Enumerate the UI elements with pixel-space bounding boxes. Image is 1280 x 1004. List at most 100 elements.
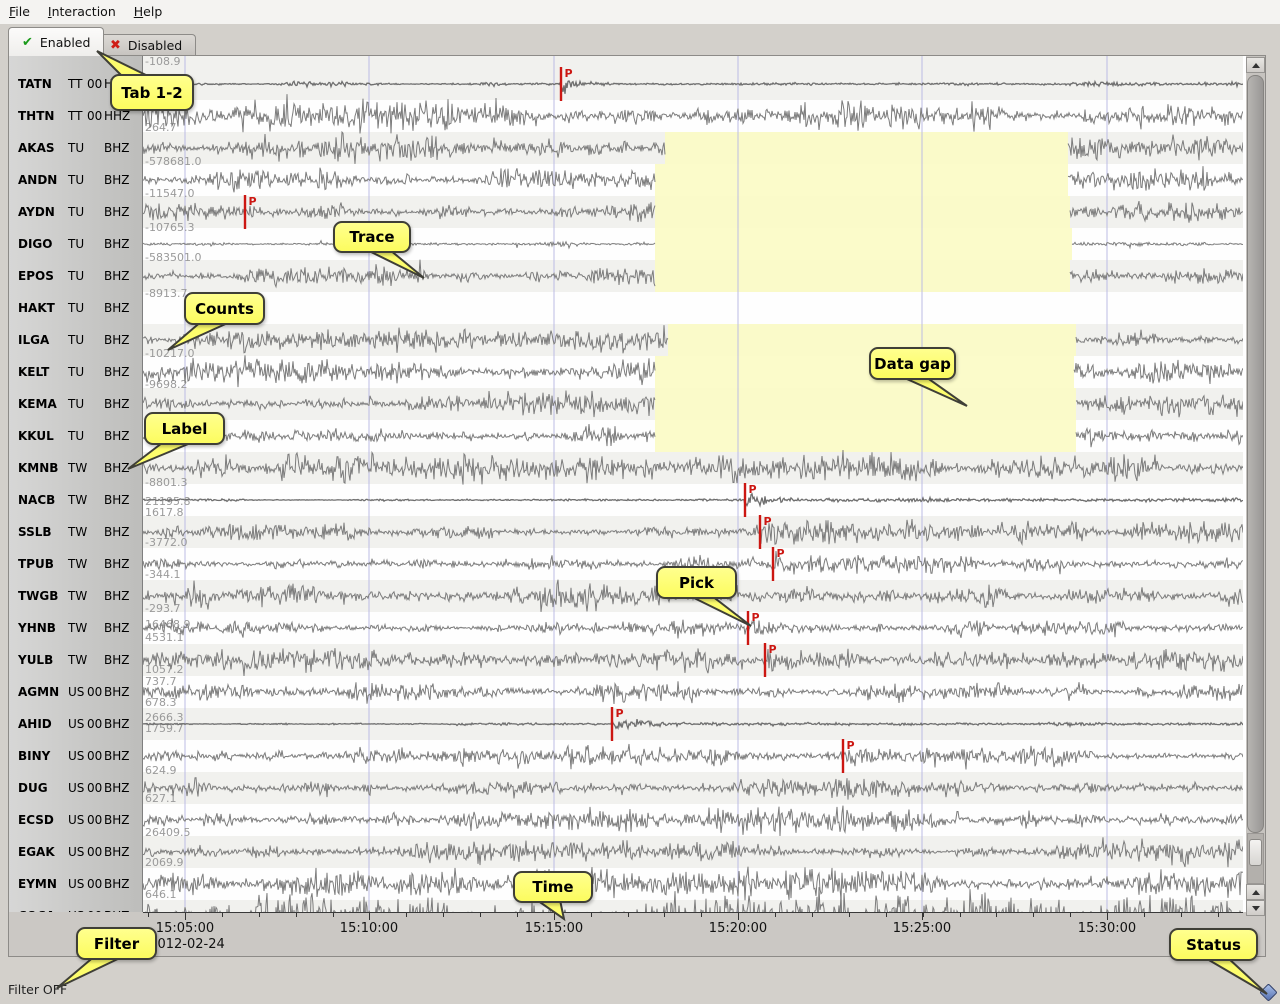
count-min-label: -10217.0 bbox=[145, 347, 194, 360]
count-min-label: 627.1 bbox=[145, 792, 177, 805]
scroll-up-button-2[interactable] bbox=[1246, 884, 1265, 900]
station-st-label: THTN bbox=[18, 100, 54, 132]
station-net-label: TW bbox=[68, 580, 87, 612]
station-chan-label: BHZ bbox=[104, 772, 129, 804]
station-row-DUG[interactable]: DUGUS00BHZ bbox=[9, 772, 143, 804]
station-chan-label: BHZ bbox=[104, 356, 129, 388]
menu-file[interactable]: File bbox=[0, 0, 39, 22]
station-row-ECSD[interactable]: ECSDUS00BHZ bbox=[9, 804, 143, 836]
waveform-trace-DIGO bbox=[1072, 242, 1243, 247]
station-row-KELT[interactable]: KELTTUBHZ bbox=[9, 356, 143, 388]
waveform-trace-AKAS bbox=[1068, 135, 1243, 161]
callout-label: Label bbox=[144, 412, 225, 445]
count-min-label: -344.1 bbox=[145, 568, 180, 581]
scroll-down-button[interactable] bbox=[1246, 900, 1265, 916]
station-row-AGMN[interactable]: AGMNUS00BHZ bbox=[9, 676, 143, 708]
minor-tick bbox=[1144, 913, 1145, 917]
station-loc-label: 00 bbox=[87, 804, 102, 836]
station-st-label: TATN bbox=[18, 68, 52, 100]
scroll-up-button[interactable] bbox=[1246, 57, 1265, 73]
station-row-TWGB[interactable]: TWGBTWBHZ bbox=[9, 580, 143, 612]
menu-interaction[interactable]: Interaction bbox=[39, 0, 125, 22]
station-net-label: US bbox=[68, 772, 84, 804]
chevron-up-icon bbox=[1252, 890, 1260, 895]
station-row-NACB[interactable]: NACBTWBHZ bbox=[9, 484, 143, 516]
station-row-COCA[interactable]: COCAUS00BHZ bbox=[9, 900, 143, 912]
station-net-label: TT bbox=[68, 68, 82, 100]
station-chan-label: BHZ bbox=[104, 164, 129, 196]
station-row-HAKT[interactable]: HAKTTUBHZ bbox=[9, 292, 143, 324]
waveform-trace-ECSD bbox=[143, 806, 1243, 836]
callout-tab-1-2: Tab 1-2 bbox=[110, 74, 194, 111]
station-row-YULB[interactable]: YULBTWBHZ bbox=[9, 644, 143, 676]
scrollbar-mini-thumb[interactable] bbox=[1249, 839, 1262, 866]
station-labels-panel: TATNTT00HHZTHTNTT00HHZAKASTUBHZANDNTUBHZ… bbox=[9, 56, 143, 912]
station-row-AHID[interactable]: AHIDUS00BHZ bbox=[9, 708, 143, 740]
station-loc-label: 00 bbox=[87, 68, 102, 100]
waveform-canvas: -108.9P264.7-578681.0-11547.0-10765.3P-5… bbox=[143, 56, 1243, 912]
station-row-KKUL[interactable]: KKULTUBHZ bbox=[9, 420, 143, 452]
station-chan-label: BHZ bbox=[104, 420, 129, 452]
station-net-label: TW bbox=[68, 452, 87, 484]
station-st-label: EGAK bbox=[18, 836, 55, 868]
station-row-ILGA[interactable]: ILGATUBHZ bbox=[9, 324, 143, 356]
station-row-BINY[interactable]: BINYUS00BHZ bbox=[9, 740, 143, 772]
station-row-AKAS[interactable]: AKASTUBHZ bbox=[9, 132, 143, 164]
station-chan-label: BHZ bbox=[104, 868, 129, 900]
station-row-ANDN[interactable]: ANDNTUBHZ bbox=[9, 164, 143, 196]
count-min-label: -8801.3 bbox=[145, 476, 187, 489]
station-st-label: EPOS bbox=[18, 260, 54, 292]
count-min-label: -9698.2 bbox=[145, 378, 187, 391]
station-chan-label: BHZ bbox=[104, 836, 129, 868]
station-st-label: SSLB bbox=[18, 516, 52, 548]
pick-marker-P-YHNB[interactable]: P bbox=[747, 611, 760, 645]
station-st-label: TWGB bbox=[18, 580, 58, 612]
station-net-label: TU bbox=[68, 196, 84, 228]
menubar: FileInteractionHelp bbox=[0, 0, 1280, 24]
waveform-trace-ILGA bbox=[1076, 330, 1243, 346]
station-net-label: TW bbox=[68, 612, 87, 644]
station-row-YHNB[interactable]: YHNBTWBHZ bbox=[9, 612, 143, 644]
count-min-label: -10765.3 bbox=[145, 221, 194, 234]
station-loc-label: 00 bbox=[87, 836, 102, 868]
station-row-EYMN[interactable]: EYMNUS00BHZ bbox=[9, 868, 143, 900]
station-net-label: TU bbox=[68, 292, 84, 324]
pick-marker-P-YULB[interactable]: P bbox=[764, 643, 777, 677]
station-row-TPUB[interactable]: TPUBTWBHZ bbox=[9, 548, 143, 580]
minor-tick bbox=[333, 913, 334, 917]
minor-tick bbox=[701, 913, 702, 917]
menu-help[interactable]: Help bbox=[125, 0, 172, 22]
station-loc-label: 00 bbox=[87, 900, 102, 912]
station-row-EPOS[interactable]: EPOSTUBHZ bbox=[9, 260, 143, 292]
count-min-label: -578681.0 bbox=[145, 155, 201, 168]
station-row-AYDN[interactable]: AYDNTUBHZ bbox=[9, 196, 143, 228]
station-row-EGAK[interactable]: EGAKUS00BHZ bbox=[9, 836, 143, 868]
tab-label: Enabled bbox=[40, 35, 91, 50]
station-row-KMNB[interactable]: KMNBTWBHZ bbox=[9, 452, 143, 484]
station-chan-label: BHZ bbox=[104, 452, 129, 484]
svg-text:P: P bbox=[847, 739, 855, 752]
station-chan-label: BHZ bbox=[104, 132, 129, 164]
station-st-label: DIGO bbox=[18, 228, 52, 260]
trace-viewer-window: FileInteractionHelp TATNTT00HHZTHTNTT00H… bbox=[0, 0, 1280, 1004]
minor-tick bbox=[1181, 913, 1182, 917]
station-row-SSLB[interactable]: SSLBTWBHZ bbox=[9, 516, 143, 548]
svg-text:P: P bbox=[769, 643, 777, 656]
waveform-trace-ILGA bbox=[143, 325, 668, 353]
pick-marker-P-AYDN[interactable]: P bbox=[244, 195, 257, 229]
waveform-trace-KEMA bbox=[1076, 395, 1243, 418]
station-net-label: US bbox=[68, 868, 84, 900]
tab-enabled[interactable]: ✔Enabled bbox=[8, 27, 104, 56]
station-row-KEMA[interactable]: KEMATUBHZ bbox=[9, 388, 143, 420]
minor-tick bbox=[1070, 913, 1071, 917]
station-net-label: TU bbox=[68, 228, 84, 260]
minor-tick bbox=[148, 913, 149, 917]
minor-tick bbox=[886, 913, 887, 917]
callout-data-gap: Data gap bbox=[869, 347, 956, 380]
svg-text:P: P bbox=[777, 547, 785, 560]
station-net-label: TT bbox=[68, 100, 82, 132]
time-tick-label: 15:15:00 bbox=[525, 921, 583, 936]
tab-disabled[interactable]: ✖Disabled bbox=[96, 34, 196, 55]
scrollbar-thumb[interactable] bbox=[1247, 75, 1264, 833]
station-row-DIGO[interactable]: DIGOTUBHZ bbox=[9, 228, 143, 260]
